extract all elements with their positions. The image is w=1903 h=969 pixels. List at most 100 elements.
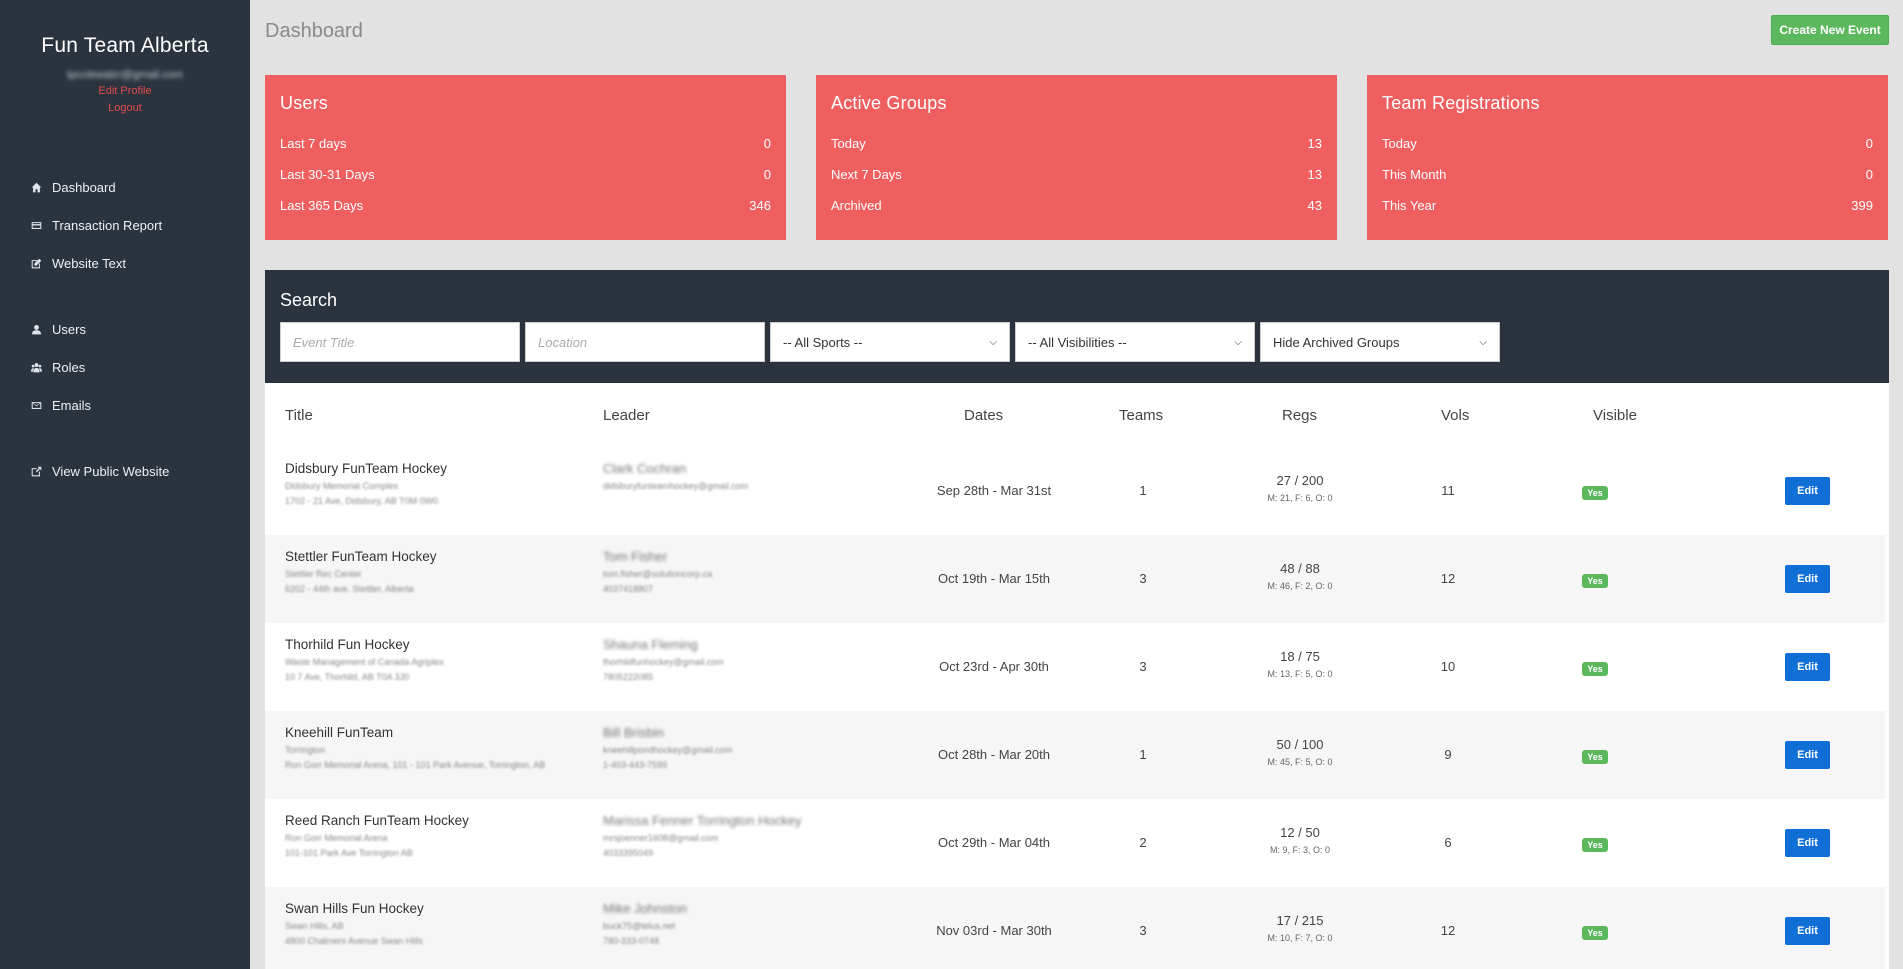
event-address: 1702 - 21 Ave, Didsbury, AB T0M 0W0 — [285, 496, 439, 506]
column-header-leader: Leader — [603, 407, 650, 424]
event-cell: Thorhild Fun Hockey Waste Management of C… — [285, 637, 444, 682]
active-groups-stat-card: Active Groups Today 13 Next 7 Days 13 Arch… — [816, 75, 1337, 240]
edit-button[interactable]: Edit — [1785, 565, 1830, 593]
brand-title: Fun Team Alberta — [41, 34, 209, 57]
column-header-title: Title — [285, 407, 313, 424]
edit-button[interactable]: Edit — [1785, 741, 1830, 769]
stat-value: 0 — [763, 167, 771, 182]
sports-select[interactable]: -- All Sports -- ⌵ — [770, 322, 1010, 362]
leader-email: buck75@telus.net — [603, 921, 676, 931]
edit-button[interactable]: Edit — [1785, 653, 1830, 681]
leader-cell: Tom Fisher tom.fisher@solutioncorp.ca 4037… — [603, 549, 712, 594]
card-title: Team Registrations — [1382, 93, 1540, 113]
search-filters: -- All Sports -- ⌵ -- All Visibilities -… — [280, 322, 1874, 362]
teams-cell: 2 — [1139, 835, 1147, 850]
stat-row: Today 0 — [1382, 128, 1873, 159]
stat-label: Next 7 Days — [831, 167, 902, 182]
regs-cell: 17 / 215 M: 10, F: 7, O: 0 — [1240, 913, 1360, 943]
event-address: 6202 - 44th ave. Stettler, Alberta — [285, 584, 414, 594]
stat-label: Last 365 Days — [280, 198, 364, 213]
leader-phone: 7805222085 — [603, 672, 654, 682]
leader-email: thorhildfunhockey@gmail.com — [603, 657, 724, 667]
edit-icon — [30, 257, 42, 269]
regs-cell: 18 / 75 M: 13, F: 5, O: 0 — [1240, 649, 1360, 679]
archive-select[interactable]: Hide Archived Groups ⌵ — [1260, 322, 1500, 362]
vols-cell: 12 — [1440, 571, 1456, 586]
sidebar-item-label: Dashboard — [52, 179, 116, 195]
regs-cell: 12 / 50 M: 9, F: 3, O: 0 — [1240, 825, 1360, 855]
event-title: Reed Ranch FunTeam Hockey — [285, 813, 469, 828]
chevron-down-icon: ⌵ — [1479, 336, 1487, 348]
event-venue: Torrington — [285, 745, 326, 755]
event-venue: Didsbury Memorial Complex — [285, 481, 399, 491]
event-title: Stettler FunTeam Hockey — [285, 549, 437, 564]
stat-value: 346 — [749, 198, 771, 213]
event-title: Swan Hills Fun Hockey — [285, 901, 424, 916]
leader-name: Tom Fisher — [603, 549, 668, 564]
event-title: Thorhild Fun Hockey — [285, 637, 410, 652]
event-address: 4800 Chalmers Avenue Swan Hills — [285, 936, 423, 946]
event-cell: Stettler FunTeam Hockey Stettler Rec Cent… — [285, 549, 437, 594]
leader-phone: 1-403-443-7599 — [603, 760, 668, 770]
column-header-regs: Regs — [1282, 407, 1318, 424]
leader-email: kneehillpondhockey@gmail.com — [603, 745, 733, 755]
table-row: Reed Ranch FunTeam Hockey Ron Gorr Memori… — [265, 799, 1885, 887]
edit-button[interactable]: Edit — [1785, 917, 1830, 945]
regs-cell: 27 / 200 M: 21, F: 6, O: 0 — [1240, 473, 1360, 503]
table-row: Swan Hills Fun Hockey Swan Hills, AB 4800 … — [265, 887, 1885, 969]
leader-cell: Clark Cochran didsburyfunteamhockey@gmail… — [603, 461, 748, 496]
edit-button[interactable]: Edit — [1785, 477, 1830, 505]
event-venue: Ron Gorr Memorial Arena — [285, 833, 388, 843]
select-value: Hide Archived Groups — [1273, 334, 1400, 350]
sidebar-item-website-text[interactable]: Website Text — [0, 244, 250, 282]
edit-button[interactable]: Edit — [1785, 829, 1830, 857]
location-input[interactable] — [525, 322, 765, 362]
chevron-down-icon: ⌵ — [1234, 336, 1242, 348]
dates-cell: Oct 23rd - Apr 30th — [939, 659, 1049, 674]
leader-cell: Marissa Fenner Torrington Hockey mrsjoenn… — [603, 813, 801, 858]
select-value: -- All Visibilities -- — [1028, 334, 1127, 350]
column-header-vols: Vols — [1441, 407, 1470, 424]
page-title: Dashboard — [265, 20, 363, 42]
regs-breakdown: M: 46, F: 2, O: 0 — [1267, 581, 1333, 591]
event-title: Kneehill FunTeam — [285, 725, 394, 740]
sidebar-item-view-public-website[interactable]: View Public Website — [0, 452, 250, 490]
visible-badge: Yes — [1582, 926, 1608, 940]
create-new-event-button[interactable]: Create New Event — [1771, 15, 1889, 45]
event-cell: Kneehill FunTeam Torrington Ron Gorr Memor… — [285, 725, 545, 770]
nav-primary: Dashboard Transaction Report Website Tex… — [0, 168, 250, 282]
stat-row: Last 7 days 0 — [280, 128, 771, 159]
stat-row: Last 365 Days 346 — [280, 190, 771, 221]
stat-row: This Month 0 — [1382, 159, 1873, 190]
teams-cell: 3 — [1139, 571, 1147, 586]
stat-label: Today — [831, 136, 866, 151]
sidebar-item-emails[interactable]: Emails — [0, 386, 250, 424]
edit-profile-link[interactable]: Edit Profile — [0, 85, 250, 97]
leader-phone: 780-333-0748 — [603, 936, 660, 946]
users-stat-card: Users Last 7 days 0 Last 30-31 Days 0 Last… — [265, 75, 786, 240]
event-title-input[interactable] — [280, 322, 520, 362]
stat-value: 13 — [1307, 136, 1322, 151]
logout-link[interactable]: Logout — [0, 102, 250, 114]
nav-tertiary: View Public Website — [0, 452, 250, 490]
visibility-select[interactable]: -- All Visibilities -- ⌵ — [1015, 322, 1255, 362]
select-value: -- All Sports -- — [783, 334, 863, 350]
home-icon — [30, 181, 42, 193]
regs-value: 50 / 100 — [1276, 737, 1324, 752]
sidebar-item-label: Transaction Report — [52, 217, 163, 233]
event-venue: Swan Hills, AB — [285, 921, 344, 931]
leader-cell: Shauna Fleming thorhildfunhockey@gmail.co… — [603, 637, 724, 682]
nav-secondary: Users Roles Emails — [0, 310, 250, 424]
stat-row: Today 13 — [831, 128, 1322, 159]
teams-cell: 1 — [1139, 483, 1147, 498]
event-address: Ron Gorr Memorial Arena, 101 - 101 Park … — [285, 760, 546, 770]
sidebar-item-roles[interactable]: Roles — [0, 348, 250, 386]
sidebar-item-users[interactable]: Users — [0, 310, 250, 348]
stat-row: This Year 399 — [1382, 190, 1873, 221]
brand: Fun Team Alberta tpcclewalzr@gmail.com E… — [0, 0, 250, 114]
sidebar-item-dashboard[interactable]: Dashboard — [0, 168, 250, 206]
regs-cell: 50 / 100 M: 45, F: 5, O: 0 — [1240, 737, 1360, 767]
sidebar-item-transaction-report[interactable]: Transaction Report — [0, 206, 250, 244]
leader-email: tom.fisher@solutioncorp.ca — [603, 569, 713, 579]
card-title: Users — [280, 93, 329, 113]
